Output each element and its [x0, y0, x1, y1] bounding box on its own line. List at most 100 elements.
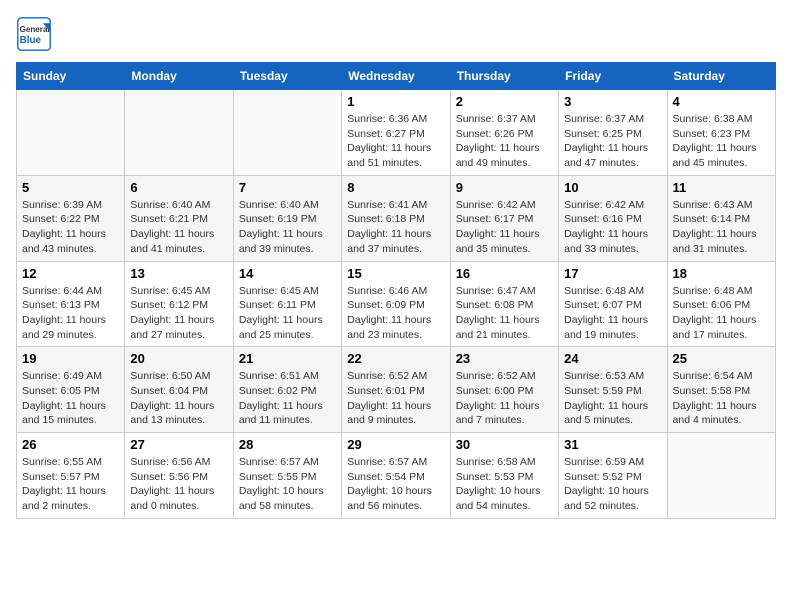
day-info: Sunrise: 6:45 AM Sunset: 6:11 PM Dayligh… [239, 284, 336, 343]
calendar-cell: 15 Sunrise: 6:46 AM Sunset: 6:09 PM Dayli… [342, 261, 450, 347]
calendar-cell: 17 Sunrise: 6:48 AM Sunset: 6:07 PM Dayli… [559, 261, 667, 347]
calendar-cell: 30 Sunrise: 6:58 AM Sunset: 5:53 PM Dayli… [450, 433, 558, 519]
logo: General Blue [16, 16, 58, 52]
day-number: 22 [347, 351, 444, 366]
day-info: Sunrise: 6:39 AM Sunset: 6:22 PM Dayligh… [22, 198, 119, 257]
calendar-cell: 8 Sunrise: 6:41 AM Sunset: 6:18 PM Daylig… [342, 175, 450, 261]
day-number: 24 [564, 351, 661, 366]
day-info: Sunrise: 6:43 AM Sunset: 6:14 PM Dayligh… [673, 198, 770, 257]
calendar-cell: 19 Sunrise: 6:49 AM Sunset: 6:05 PM Dayli… [17, 347, 125, 433]
day-of-week-header: Tuesday [233, 63, 341, 90]
calendar-week-row: 1 Sunrise: 6:36 AM Sunset: 6:27 PM Daylig… [17, 90, 776, 176]
day-of-week-header: Friday [559, 63, 667, 90]
page-header: General Blue [16, 16, 776, 52]
calendar-cell: 6 Sunrise: 6:40 AM Sunset: 6:21 PM Daylig… [125, 175, 233, 261]
day-of-week-header: Thursday [450, 63, 558, 90]
calendar-cell: 27 Sunrise: 6:56 AM Sunset: 5:56 PM Dayli… [125, 433, 233, 519]
calendar-cell: 9Sunrise: 6:42 AM Sunset: 6:17 PM Daylig… [450, 175, 558, 261]
calendar-cell: 2 Sunrise: 6:37 AM Sunset: 6:26 PM Daylig… [450, 90, 558, 176]
calendar-cell: 31Sunrise: 6:59 AM Sunset: 5:52 PM Dayli… [559, 433, 667, 519]
day-info: Sunrise: 6:57 AM Sunset: 5:54 PM Dayligh… [347, 455, 444, 514]
calendar-header: SundayMondayTuesdayWednesdayThursdayFrid… [17, 63, 776, 90]
day-of-week-header: Monday [125, 63, 233, 90]
calendar-cell: 21 Sunrise: 6:51 AM Sunset: 6:02 PM Dayli… [233, 347, 341, 433]
day-info: Sunrise: 6:51 AM Sunset: 6:02 PM Dayligh… [239, 369, 336, 428]
day-number: 30 [456, 437, 553, 452]
calendar-cell: 11 Sunrise: 6:43 AM Sunset: 6:14 PM Dayli… [667, 175, 775, 261]
day-number: 10 [564, 180, 661, 195]
calendar-cell: 10 Sunrise: 6:42 AM Sunset: 6:16 PM Dayli… [559, 175, 667, 261]
calendar-week-row: 12Sunrise: 6:44 AM Sunset: 6:13 PM Dayli… [17, 261, 776, 347]
day-info: Sunrise: 6:47 AM Sunset: 6:08 PM Dayligh… [456, 284, 553, 343]
day-number: 5 [22, 180, 119, 195]
day-info: Sunrise: 6:38 AM Sunset: 6:23 PM Dayligh… [673, 112, 770, 171]
header-row: SundayMondayTuesdayWednesdayThursdayFrid… [17, 63, 776, 90]
day-number: 20 [130, 351, 227, 366]
day-info: Sunrise: 6:48 AM Sunset: 6:06 PM Dayligh… [673, 284, 770, 343]
calendar-cell: 12Sunrise: 6:44 AM Sunset: 6:13 PM Dayli… [17, 261, 125, 347]
svg-text:Blue: Blue [20, 35, 42, 46]
day-of-week-header: Wednesday [342, 63, 450, 90]
day-info: Sunrise: 6:41 AM Sunset: 6:18 PM Dayligh… [347, 198, 444, 257]
day-info: Sunrise: 6:44 AM Sunset: 6:13 PM Dayligh… [22, 284, 119, 343]
day-number: 6 [130, 180, 227, 195]
day-number: 23 [456, 351, 553, 366]
day-number: 15 [347, 266, 444, 281]
day-info: Sunrise: 6:56 AM Sunset: 5:56 PM Dayligh… [130, 455, 227, 514]
calendar-cell: 7 Sunrise: 6:40 AM Sunset: 6:19 PM Daylig… [233, 175, 341, 261]
day-info: Sunrise: 6:53 AM Sunset: 5:59 PM Dayligh… [564, 369, 661, 428]
day-info: Sunrise: 6:49 AM Sunset: 6:05 PM Dayligh… [22, 369, 119, 428]
day-info: Sunrise: 6:42 AM Sunset: 6:16 PM Dayligh… [564, 198, 661, 257]
day-info: Sunrise: 6:45 AM Sunset: 6:12 PM Dayligh… [130, 284, 227, 343]
day-number: 27 [130, 437, 227, 452]
calendar-cell: 22 Sunrise: 6:52 AM Sunset: 6:01 PM Dayli… [342, 347, 450, 433]
day-number: 17 [564, 266, 661, 281]
day-info: Sunrise: 6:46 AM Sunset: 6:09 PM Dayligh… [347, 284, 444, 343]
day-number: 3 [564, 94, 661, 109]
day-of-week-header: Saturday [667, 63, 775, 90]
day-info: Sunrise: 6:40 AM Sunset: 6:19 PM Dayligh… [239, 198, 336, 257]
calendar-cell: 5 Sunrise: 6:39 AM Sunset: 6:22 PM Daylig… [17, 175, 125, 261]
calendar-cell: 23Sunrise: 6:52 AM Sunset: 6:00 PM Dayli… [450, 347, 558, 433]
calendar-week-row: 5 Sunrise: 6:39 AM Sunset: 6:22 PM Daylig… [17, 175, 776, 261]
calendar-cell [667, 433, 775, 519]
calendar-cell: 26 Sunrise: 6:55 AM Sunset: 5:57 PM Dayli… [17, 433, 125, 519]
day-number: 19 [22, 351, 119, 366]
day-number: 26 [22, 437, 119, 452]
calendar-table: SundayMondayTuesdayWednesdayThursdayFrid… [16, 62, 776, 519]
calendar-cell: 3 Sunrise: 6:37 AM Sunset: 6:25 PM Daylig… [559, 90, 667, 176]
calendar-cell: 29 Sunrise: 6:57 AM Sunset: 5:54 PM Dayli… [342, 433, 450, 519]
day-number: 7 [239, 180, 336, 195]
logo-icon: General Blue [16, 16, 52, 52]
day-info: Sunrise: 6:40 AM Sunset: 6:21 PM Dayligh… [130, 198, 227, 257]
day-info: Sunrise: 6:58 AM Sunset: 5:53 PM Dayligh… [456, 455, 553, 514]
day-number: 29 [347, 437, 444, 452]
calendar-cell: 28Sunrise: 6:57 AM Sunset: 5:55 PM Dayli… [233, 433, 341, 519]
svg-text:General: General [20, 25, 50, 34]
day-info: Sunrise: 6:37 AM Sunset: 6:25 PM Dayligh… [564, 112, 661, 171]
day-number: 28 [239, 437, 336, 452]
calendar-cell: 4 Sunrise: 6:38 AM Sunset: 6:23 PM Daylig… [667, 90, 775, 176]
day-number: 11 [673, 180, 770, 195]
day-info: Sunrise: 6:48 AM Sunset: 6:07 PM Dayligh… [564, 284, 661, 343]
day-info: Sunrise: 6:37 AM Sunset: 6:26 PM Dayligh… [456, 112, 553, 171]
day-number: 18 [673, 266, 770, 281]
calendar-week-row: 19 Sunrise: 6:49 AM Sunset: 6:05 PM Dayli… [17, 347, 776, 433]
day-number: 2 [456, 94, 553, 109]
day-number: 31 [564, 437, 661, 452]
day-number: 16 [456, 266, 553, 281]
day-number: 1 [347, 94, 444, 109]
day-number: 21 [239, 351, 336, 366]
calendar-cell: 25Sunrise: 6:54 AM Sunset: 5:58 PM Dayli… [667, 347, 775, 433]
day-number: 9 [456, 180, 553, 195]
calendar-cell: 13Sunrise: 6:45 AM Sunset: 6:12 PM Dayli… [125, 261, 233, 347]
day-number: 8 [347, 180, 444, 195]
calendar-cell: 16 Sunrise: 6:47 AM Sunset: 6:08 PM Dayli… [450, 261, 558, 347]
day-number: 4 [673, 94, 770, 109]
day-info: Sunrise: 6:52 AM Sunset: 6:01 PM Dayligh… [347, 369, 444, 428]
day-info: Sunrise: 6:55 AM Sunset: 5:57 PM Dayligh… [22, 455, 119, 514]
calendar-cell: 1 Sunrise: 6:36 AM Sunset: 6:27 PM Daylig… [342, 90, 450, 176]
day-info: Sunrise: 6:54 AM Sunset: 5:58 PM Dayligh… [673, 369, 770, 428]
day-info: Sunrise: 6:36 AM Sunset: 6:27 PM Dayligh… [347, 112, 444, 171]
day-info: Sunrise: 6:50 AM Sunset: 6:04 PM Dayligh… [130, 369, 227, 428]
